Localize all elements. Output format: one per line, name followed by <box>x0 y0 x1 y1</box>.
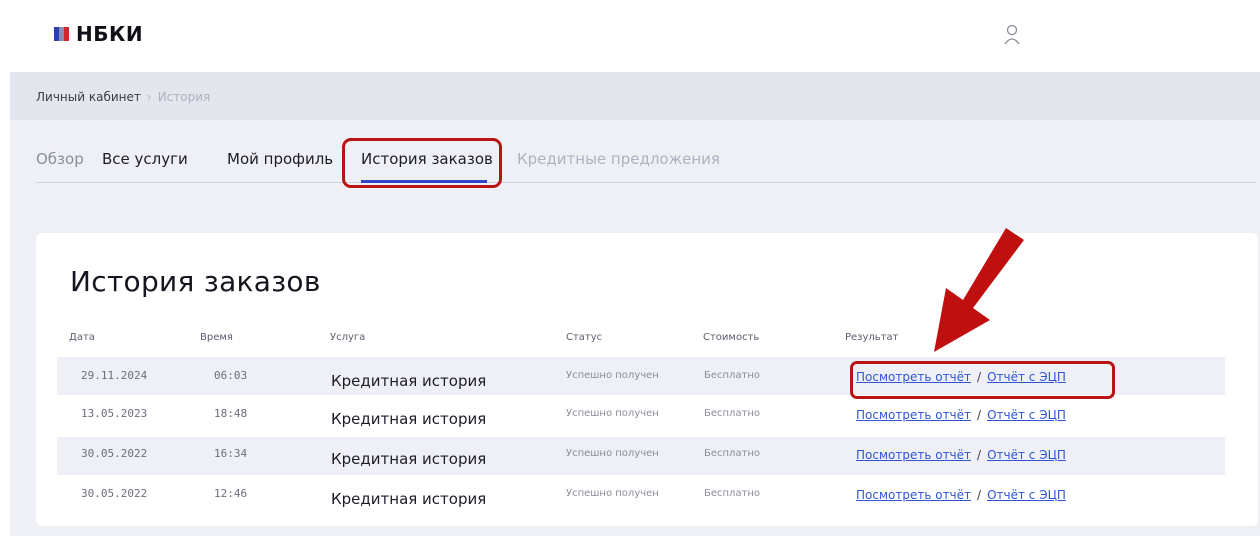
cell-time: 12:46 <box>214 487 248 500</box>
page-title: История заказов <box>70 265 321 298</box>
table-row: 13.05.2023 18:48 Кредитная история Успеш… <box>57 397 1225 435</box>
breadcrumb: Личный кабинет › История <box>36 90 210 104</box>
column-header-cost: Стоимость <box>703 332 760 343</box>
tab-my-profile[interactable]: Мой профиль <box>227 150 333 168</box>
table-row: 30.05.2022 16:34 Кредитная история Успеш… <box>57 437 1225 475</box>
cell-date: 13.05.2023 <box>81 407 148 420</box>
column-header-time: Время <box>200 332 233 343</box>
logo-mark-icon <box>54 27 70 41</box>
arrow-annotation-icon <box>934 228 1024 352</box>
link-separator: / <box>977 408 982 422</box>
tabs-divider <box>36 182 1256 183</box>
cell-result: Посмотреть отчёт / Отчёт с ЭЦП <box>856 448 1066 462</box>
view-report-link[interactable]: Посмотреть отчёт <box>856 448 971 462</box>
view-report-link[interactable]: Посмотреть отчёт <box>856 488 971 502</box>
tab-all-services[interactable]: Все услуги <box>102 150 188 168</box>
cell-result: Посмотреть отчёт / Отчёт с ЭЦП <box>856 488 1066 502</box>
column-header-service: Услуга <box>330 332 366 343</box>
tab-highlight-annotation <box>342 138 502 188</box>
cell-service: Кредитная история <box>331 372 487 390</box>
cell-service: Кредитная история <box>331 450 487 468</box>
column-header-status: Статус <box>566 332 603 343</box>
cell-service: Кредитная история <box>331 490 487 508</box>
signed-report-link[interactable]: Отчёт с ЭЦП <box>987 448 1066 462</box>
tab-credit-offers[interactable]: Кредитные предложения <box>517 150 720 168</box>
cell-cost: Бесплатно <box>704 448 761 459</box>
cell-status: Успешно получен <box>566 370 659 381</box>
cell-time: 06:03 <box>214 369 248 382</box>
logo[interactable]: НБКИ <box>54 22 143 46</box>
cell-status: Успешно получен <box>566 488 659 499</box>
cell-status: Успешно получен <box>566 448 659 459</box>
user-icon[interactable] <box>1004 24 1020 46</box>
table-row: 30.05.2022 12:46 Кредитная история Успеш… <box>57 477 1225 515</box>
top-bar: НБКИ <box>0 0 1260 72</box>
cell-time: 18:48 <box>214 407 248 420</box>
breadcrumb-separator: › <box>146 90 152 104</box>
view-report-link[interactable]: Посмотреть отчёт <box>856 408 971 422</box>
logo-text: НБКИ <box>76 22 144 46</box>
cell-cost: Бесплатно <box>704 408 761 419</box>
breadcrumb-home-link[interactable]: Личный кабинет <box>36 90 141 104</box>
link-separator: / <box>977 488 982 502</box>
signed-report-link[interactable]: Отчёт с ЭЦП <box>987 488 1066 502</box>
cell-date: 30.05.2022 <box>81 447 148 460</box>
signed-report-link[interactable]: Отчёт с ЭЦП <box>987 408 1066 422</box>
breadcrumb-current: История <box>157 90 211 104</box>
cell-date: 29.11.2024 <box>81 369 148 382</box>
cell-cost: Бесплатно <box>704 370 761 381</box>
column-header-date: Дата <box>69 332 95 343</box>
link-separator: / <box>977 448 982 462</box>
cell-service: Кредитная история <box>331 410 487 428</box>
result-highlight-annotation <box>850 361 1115 399</box>
cell-date: 30.05.2022 <box>81 487 148 500</box>
cell-result: Посмотреть отчёт / Отчёт с ЭЦП <box>856 408 1066 422</box>
tab-overview[interactable]: Обзор <box>36 150 84 168</box>
cell-cost: Бесплатно <box>704 488 761 499</box>
cell-time: 16:34 <box>214 447 248 460</box>
column-header-result: Результат <box>845 332 899 343</box>
cell-status: Успешно получен <box>566 408 659 419</box>
